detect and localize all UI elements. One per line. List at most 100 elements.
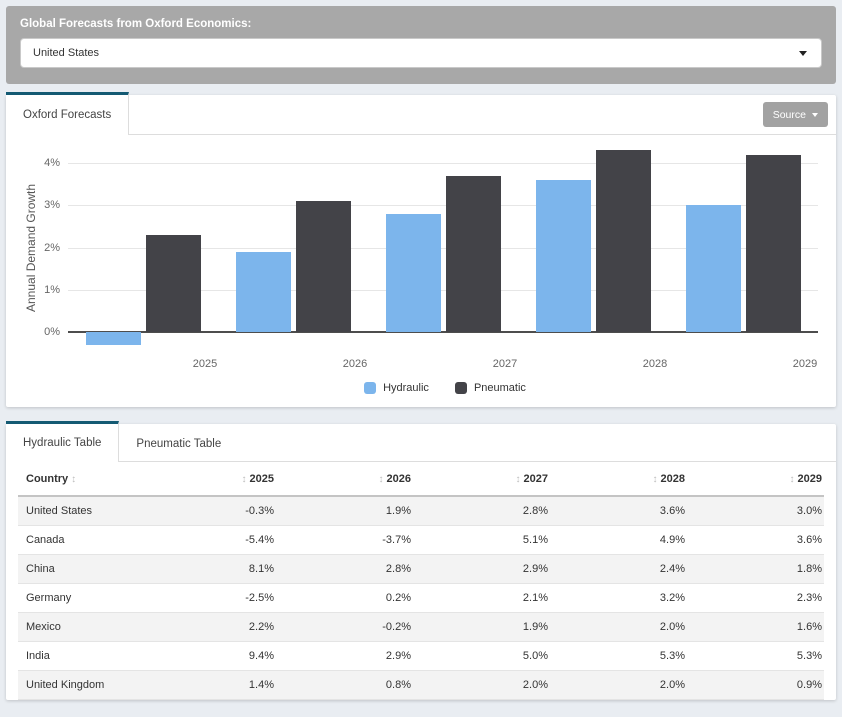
y-axis-tick-label: 1% xyxy=(12,284,60,296)
column-header-label: Country xyxy=(26,473,68,485)
bar-hydraulic-2027[interactable] xyxy=(386,214,441,332)
table-row: United States-0.3%1.9%2.8%3.6%3.0% xyxy=(18,496,824,525)
cell-2028: 3.6% xyxy=(550,496,687,525)
x-axis-label: 2028 xyxy=(580,358,730,370)
bar-pneumatic-2026[interactable] xyxy=(296,201,351,332)
column-header-country[interactable]: Country↕ xyxy=(18,462,139,496)
cell-2029: 3.0% xyxy=(687,496,824,525)
bar-pneumatic-2028[interactable] xyxy=(596,150,651,332)
table-row: China8.1%2.8%2.9%2.4%1.8% xyxy=(18,554,824,583)
cell-2025: 2.2% xyxy=(139,612,276,641)
table-tabbar: Hydraulic Table Pneumatic Table xyxy=(6,424,836,462)
cell-country: India xyxy=(18,641,139,670)
hydraulic-table: Country↕↕2025↕2026↕2027↕2028↕2029 United… xyxy=(18,462,824,700)
cell-2026: 2.9% xyxy=(276,641,413,670)
table-row: United Kingdom1.4%0.8%2.0%2.0%0.9% xyxy=(18,670,824,699)
cell-2029: 3.6% xyxy=(687,525,824,554)
cell-country: Mexico xyxy=(18,612,139,641)
bar-pneumatic-2025[interactable] xyxy=(146,235,201,332)
sort-icon: ↕ xyxy=(790,474,795,485)
chevron-down-icon xyxy=(812,113,818,117)
cell-2026: 1.9% xyxy=(276,496,413,525)
tab-pneumatic-table[interactable]: Pneumatic Table xyxy=(119,424,238,461)
table-card: Hydraulic TablePneumatic Table Country↕↕… xyxy=(6,424,836,700)
bar-hydraulic-2025[interactable] xyxy=(86,332,141,345)
legend-label: Hydraulic xyxy=(383,382,429,394)
legend-item-pneumatic[interactable]: Pneumatic xyxy=(455,382,526,394)
tab-label: Pneumatic Table xyxy=(136,438,221,450)
column-header-2028[interactable]: ↕2028 xyxy=(550,462,687,496)
y-axis-tick-label: 3% xyxy=(12,199,60,211)
y-axis-tick-label: 0% xyxy=(12,326,60,338)
cell-2027: 5.0% xyxy=(413,641,550,670)
cell-2025: 9.4% xyxy=(139,641,276,670)
column-header-label: 2028 xyxy=(661,473,685,485)
country-dropdown-value: United States xyxy=(33,47,99,59)
plot-area: 0%1%2%3%4% xyxy=(68,145,818,351)
bar-chart: Annual Demand Growth 0%1%2%3%4% 20252026… xyxy=(6,135,836,407)
y-axis-tick-label: 2% xyxy=(12,242,60,254)
cell-2029: 5.3% xyxy=(687,641,824,670)
cell-2028: 4.9% xyxy=(550,525,687,554)
cell-country: United Kingdom xyxy=(18,670,139,699)
column-header-label: 2029 xyxy=(798,473,822,485)
forecast-selector-panel: Global Forecasts from Oxford Economics: … xyxy=(6,6,836,84)
column-header-label: 2025 xyxy=(250,473,274,485)
x-axis-label: 2025 xyxy=(130,358,280,370)
cell-2026: 0.2% xyxy=(276,583,413,612)
chart-legend: Hydraulic Pneumatic xyxy=(68,375,822,401)
y-axis-tick-label: 4% xyxy=(12,157,60,169)
source-button[interactable]: Source xyxy=(763,102,828,127)
cell-2025: 1.4% xyxy=(139,670,276,699)
cell-2026: -3.7% xyxy=(276,525,413,554)
chart-card: Oxford Forecasts Source Annual Demand Gr… xyxy=(6,95,836,407)
bar-pneumatic-2029[interactable] xyxy=(746,155,801,332)
cell-2027: 2.9% xyxy=(413,554,550,583)
cell-2025: -5.4% xyxy=(139,525,276,554)
cell-2028: 2.0% xyxy=(550,612,687,641)
x-axis-label: 2029 xyxy=(730,358,842,370)
bar-hydraulic-2028[interactable] xyxy=(536,180,591,332)
sort-icon: ↕ xyxy=(653,474,658,485)
table-header-row: Country↕↕2025↕2026↕2027↕2028↕2029 xyxy=(18,462,824,496)
cell-2027: 5.1% xyxy=(413,525,550,554)
cell-2026: -0.2% xyxy=(276,612,413,641)
cell-2026: 0.8% xyxy=(276,670,413,699)
cell-2028: 2.4% xyxy=(550,554,687,583)
column-header-label: 2026 xyxy=(387,473,411,485)
cell-country: Germany xyxy=(18,583,139,612)
country-dropdown[interactable]: United States xyxy=(20,38,822,68)
bar-pneumatic-2027[interactable] xyxy=(446,176,501,332)
tab-hydraulic-table[interactable]: Hydraulic Table xyxy=(6,421,119,462)
bar-hydraulic-2029[interactable] xyxy=(686,205,741,332)
cell-2029: 0.9% xyxy=(687,670,824,699)
cell-2028: 3.2% xyxy=(550,583,687,612)
x-axis-labels: 20252026202720282029 xyxy=(130,351,842,375)
cell-2029: 1.8% xyxy=(687,554,824,583)
cell-2027: 2.1% xyxy=(413,583,550,612)
column-header-2027[interactable]: ↕2027 xyxy=(413,462,550,496)
forecast-selector-label: Global Forecasts from Oxford Economics: xyxy=(20,18,822,30)
cell-2025: -2.5% xyxy=(139,583,276,612)
gridline xyxy=(68,163,818,164)
chart-tabbar: Oxford Forecasts Source xyxy=(6,95,836,135)
table-row: India9.4%2.9%5.0%5.3%5.3% xyxy=(18,641,824,670)
cell-2027: 1.9% xyxy=(413,612,550,641)
cell-country: United States xyxy=(18,496,139,525)
legend-label: Pneumatic xyxy=(474,382,526,394)
table-row: Germany-2.5%0.2%2.1%3.2%2.3% xyxy=(18,583,824,612)
x-axis-label: 2027 xyxy=(430,358,580,370)
cell-2027: 2.0% xyxy=(413,670,550,699)
legend-item-hydraulic[interactable]: Hydraulic xyxy=(364,382,429,394)
x-axis-label: 2026 xyxy=(280,358,430,370)
column-header-2029[interactable]: ↕2029 xyxy=(687,462,824,496)
column-header-2025[interactable]: ↕2025 xyxy=(139,462,276,496)
cell-country: China xyxy=(18,554,139,583)
tab-oxford-forecasts[interactable]: Oxford Forecasts xyxy=(6,92,129,135)
cell-2025: -0.3% xyxy=(139,496,276,525)
tab-label: Hydraulic Table xyxy=(23,437,101,449)
bar-hydraulic-2026[interactable] xyxy=(236,252,291,332)
cell-2027: 2.8% xyxy=(413,496,550,525)
column-header-2026[interactable]: ↕2026 xyxy=(276,462,413,496)
sort-icon: ↕ xyxy=(242,474,247,485)
